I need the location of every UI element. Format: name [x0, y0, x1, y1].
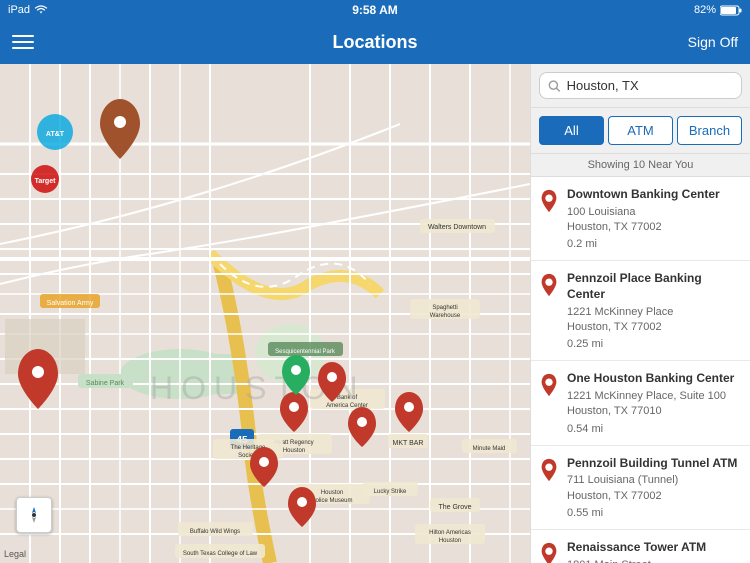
- location-name: Pennzoil Building Tunnel ATM: [567, 456, 742, 472]
- location-info: Downtown Banking Center 100 Louisiana Ho…: [567, 187, 742, 250]
- location-name: Renaissance Tower ATM: [567, 540, 742, 556]
- location-address: 1801 Main Street Houston, TX 77002: [567, 558, 742, 563]
- location-distance: 0.25 mi: [567, 338, 742, 350]
- list-item[interactable]: Downtown Banking Center 100 Louisiana Ho…: [531, 177, 750, 261]
- svg-text:The Grove: The Grove: [438, 504, 471, 511]
- location-pin-icon: [539, 458, 559, 482]
- list-item[interactable]: Pennzoil Building Tunnel ATM 711 Louisia…: [531, 446, 750, 530]
- map-area[interactable]: 45 AT&T Target Salvation Army: [0, 64, 530, 563]
- battery-label: 82%: [694, 4, 716, 16]
- filter-all-button[interactable]: All: [539, 116, 604, 145]
- right-panel: All ATM Branch Showing 10 Near You Downt…: [530, 64, 750, 563]
- svg-text:Salvation Army: Salvation Army: [47, 300, 94, 307]
- location-address: 1221 McKinney Place Houston, TX 77002: [567, 305, 742, 336]
- list-item[interactable]: Pennzoil Place Banking Center 1221 McKin…: [531, 261, 750, 361]
- showing-label: Showing 10 Near You: [531, 154, 750, 177]
- svg-text:Sabine Park: Sabine Park: [86, 380, 125, 387]
- status-time: 9:58 AM: [352, 3, 398, 17]
- sign-off-button[interactable]: Sign Off: [688, 34, 738, 50]
- location-address: 711 Louisiana (Tunnel) Houston, TX 77002: [567, 473, 742, 504]
- location-pin-icon: [539, 373, 559, 397]
- location-info: One Houston Banking Center 1221 McKinney…: [567, 371, 742, 434]
- svg-text:Houston: Houston: [439, 538, 461, 544]
- main-content: 45 AT&T Target Salvation Army: [0, 64, 750, 563]
- search-box: [539, 72, 742, 99]
- location-distance: 0.55 mi: [567, 507, 742, 519]
- svg-text:Houston: Houston: [283, 448, 305, 454]
- search-icon: [548, 79, 561, 93]
- svg-text:AT&T: AT&T: [46, 131, 65, 138]
- battery-icon: [720, 5, 742, 16]
- hamburger-line-3: [12, 47, 34, 49]
- search-container: [531, 64, 750, 108]
- map-background: 45 AT&T Target Salvation Army: [0, 64, 530, 563]
- location-info: Pennzoil Place Banking Center 1221 McKin…: [567, 271, 742, 350]
- location-pin-icon: [539, 273, 559, 297]
- search-input[interactable]: [567, 78, 733, 93]
- location-address: 100 Louisiana Houston, TX 77002: [567, 205, 742, 236]
- legal-text: Legal: [4, 549, 26, 559]
- hamburger-line-1: [12, 35, 34, 37]
- location-address: 1221 McKinney Place, Suite 100 Houston, …: [567, 389, 742, 420]
- status-bar: iPad 9:58 AM 82%: [0, 0, 750, 20]
- location-name: One Houston Banking Center: [567, 371, 742, 387]
- status-left: iPad: [8, 4, 48, 16]
- filter-atm-button[interactable]: ATM: [608, 116, 673, 145]
- location-info: Pennzoil Building Tunnel ATM 711 Louisia…: [567, 456, 742, 519]
- filter-buttons: All ATM Branch: [531, 108, 750, 154]
- location-distance: 0.54 mi: [567, 423, 742, 435]
- location-button[interactable]: [16, 497, 52, 533]
- location-info: Renaissance Tower ATM 1801 Main Street H…: [567, 540, 742, 563]
- hamburger-line-2: [12, 41, 34, 43]
- app-header: Locations Sign Off: [0, 20, 750, 64]
- carrier-label: iPad: [8, 4, 30, 16]
- location-name: Downtown Banking Center: [567, 187, 742, 203]
- list-item[interactable]: Renaissance Tower ATM 1801 Main Street H…: [531, 530, 750, 563]
- locations-list[interactable]: Downtown Banking Center 100 Louisiana Ho…: [531, 177, 750, 563]
- svg-text:Walters Downtown: Walters Downtown: [428, 224, 486, 231]
- location-pin-icon: [539, 189, 559, 213]
- svg-text:Target: Target: [35, 178, 57, 185]
- svg-text:Warehouse: Warehouse: [430, 313, 461, 319]
- svg-text:MKT BAR: MKT BAR: [393, 440, 424, 447]
- svg-text:Houston: Houston: [321, 490, 343, 496]
- status-right: 82%: [694, 4, 742, 16]
- svg-text:Sesquicentennial Park: Sesquicentennial Park: [275, 349, 336, 355]
- page-title: Locations: [332, 32, 417, 53]
- location-name: Pennzoil Place Banking Center: [567, 271, 742, 302]
- compass-icon: [25, 506, 43, 524]
- svg-text:Hilton Americas: Hilton Americas: [429, 530, 471, 536]
- svg-text:Buffalo Wild Wings: Buffalo Wild Wings: [190, 529, 240, 535]
- hamburger-menu-button[interactable]: [12, 35, 34, 49]
- svg-text:Lucky Strike: Lucky Strike: [374, 489, 407, 495]
- list-item[interactable]: One Houston Banking Center 1221 McKinney…: [531, 361, 750, 445]
- svg-text:Police Museum: Police Museum: [311, 498, 352, 504]
- svg-text:South Texas College of Law: South Texas College of Law: [183, 551, 258, 557]
- svg-text:Minute Maid: Minute Maid: [473, 446, 506, 452]
- wifi-icon: [34, 5, 48, 15]
- filter-branch-button[interactable]: Branch: [677, 116, 742, 145]
- location-distance: 0.2 mi: [567, 238, 742, 250]
- svg-text:Spaghetti: Spaghetti: [432, 305, 457, 311]
- location-pin-icon: [539, 542, 559, 563]
